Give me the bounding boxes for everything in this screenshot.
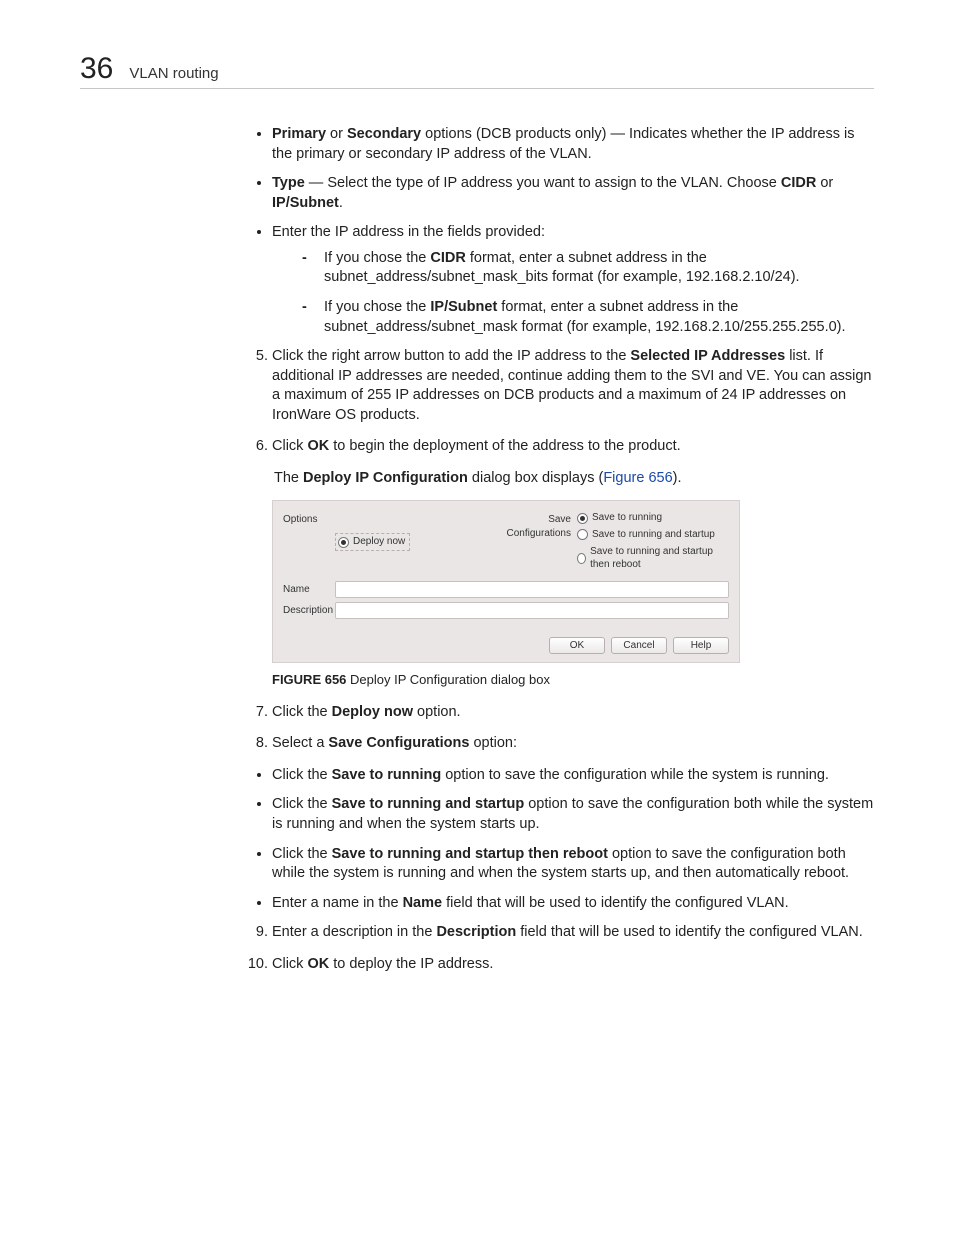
text: Enter a name in the — [272, 895, 403, 911]
bold-text: Type — [272, 175, 305, 191]
save-to-running-radio[interactable]: Save to running — [577, 511, 662, 525]
list-item: Enter the IP address in the fields provi… — [272, 223, 874, 337]
radio-label: Deploy now — [353, 535, 405, 549]
list-item: Primary or Secondary options (DCB produc… — [272, 125, 874, 164]
bold-text: Save to running and startup — [332, 796, 525, 812]
text: to begin the deployment of the address t… — [329, 438, 680, 454]
bold-text: IP/Subnet — [272, 195, 339, 211]
section-title: VLAN routing — [129, 65, 218, 82]
step-item: Click OK to begin the deployment of the … — [272, 437, 874, 457]
list-item: Click the Save to running and startup th… — [272, 845, 874, 884]
radio-label: Save to running — [592, 511, 662, 525]
list-item: Type — Select the type of IP address you… — [272, 174, 874, 213]
radio-icon — [577, 513, 588, 524]
bold-text: OK — [307, 956, 329, 972]
text: ). — [673, 470, 682, 486]
step-note: The Deploy IP Configuration dialog box d… — [274, 469, 874, 489]
help-button[interactable]: Help — [673, 637, 729, 655]
radio-label: Save to running and startup then reboot — [590, 545, 729, 572]
cancel-button[interactable]: Cancel — [611, 637, 667, 655]
radio-icon — [577, 553, 586, 564]
save-to-running-startup-reboot-radio[interactable]: Save to running and startup then reboot — [577, 545, 729, 572]
text: field that will be used to identify the … — [442, 895, 789, 911]
bold-text: Selected IP Addresses — [630, 348, 785, 364]
body-content: Primary or Secondary options (DCB produc… — [250, 125, 874, 974]
list-item: If you chose the IP/Subnet format, enter… — [302, 298, 874, 337]
bold-text: Description — [436, 924, 516, 940]
text: Click the — [272, 846, 332, 862]
name-label: Name — [283, 581, 335, 597]
save-configurations-label: Save Configurations — [485, 511, 577, 574]
bold-text: Deploy IP Configuration — [303, 470, 468, 486]
bold-text: Name — [403, 895, 443, 911]
bold-text: Save to running — [332, 767, 442, 783]
text: The — [274, 470, 303, 486]
text: — Select the type of IP address you want… — [305, 175, 781, 191]
text: field that will be used to identify the … — [516, 924, 863, 940]
text: Click the right arrow button to add the … — [272, 348, 630, 364]
step-item: Enter a description in the Description f… — [272, 923, 874, 943]
ok-button[interactable]: OK — [549, 637, 605, 655]
description-field[interactable] — [335, 602, 729, 619]
step-item: Click the right arrow button to add the … — [272, 347, 874, 425]
bold-text: Deploy now — [332, 704, 413, 720]
figure-label: FIGURE 656 — [272, 672, 346, 687]
radio-label: Save to running and startup — [592, 528, 715, 542]
text: Enter a description in the — [272, 924, 436, 940]
name-field[interactable] — [335, 581, 729, 598]
list-item: Enter a name in the Name field that will… — [272, 894, 874, 914]
list-item: If you chose the CIDR format, enter a su… — [302, 249, 874, 288]
text: option to save the configuration while t… — [441, 767, 829, 783]
text: option: — [469, 735, 517, 751]
text: or — [816, 175, 833, 191]
options-label: Options — [283, 511, 335, 574]
text: If you chose the — [324, 250, 430, 266]
text: Select a — [272, 735, 328, 751]
list-item: Click the Save to running option to save… — [272, 766, 874, 786]
step-item: Select a Save Configurations option: — [272, 734, 874, 754]
text: Click — [272, 956, 307, 972]
bold-text: CIDR — [781, 175, 816, 191]
bold-text: Secondary — [347, 126, 421, 142]
text: or — [326, 126, 347, 142]
text: dialog box displays ( — [468, 470, 603, 486]
list-item: Click the Save to running and startup op… — [272, 795, 874, 834]
step-item: Click OK to deploy the IP address. — [272, 955, 874, 975]
text: Click — [272, 438, 307, 454]
bold-text: Primary — [272, 126, 326, 142]
text: option. — [413, 704, 461, 720]
figure-caption: FIGURE 656 Deploy IP Configuration dialo… — [272, 671, 874, 689]
description-label: Description — [283, 602, 335, 618]
bold-text: CIDR — [430, 250, 465, 266]
text: Click the — [272, 704, 332, 720]
deploy-now-radio[interactable]: Deploy now — [335, 533, 410, 551]
deploy-ip-dialog: Options Deploy now Save Configurations S… — [272, 500, 740, 663]
radio-icon — [338, 537, 349, 548]
bold-text: OK — [307, 438, 329, 454]
text: . — [339, 195, 343, 211]
bold-text: Save to running and startup then reboot — [332, 846, 608, 862]
chapter-number: 36 — [80, 54, 113, 84]
bold-text: IP/Subnet — [430, 299, 497, 315]
text: Click the — [272, 796, 332, 812]
text: Click the — [272, 767, 332, 783]
save-to-running-startup-radio[interactable]: Save to running and startup — [577, 528, 715, 542]
page-header: 36 VLAN routing — [80, 54, 874, 89]
step-item: Click the Deploy now option. — [272, 703, 874, 723]
text: Enter the IP address in the fields provi… — [272, 224, 545, 240]
figure-text: Deploy IP Configuration dialog box — [346, 672, 550, 687]
text: to deploy the IP address. — [329, 956, 493, 972]
bold-text: Save Configurations — [328, 735, 469, 751]
text: If you chose the — [324, 299, 430, 315]
radio-icon — [577, 529, 588, 540]
figure-link[interactable]: Figure 656 — [603, 470, 672, 486]
